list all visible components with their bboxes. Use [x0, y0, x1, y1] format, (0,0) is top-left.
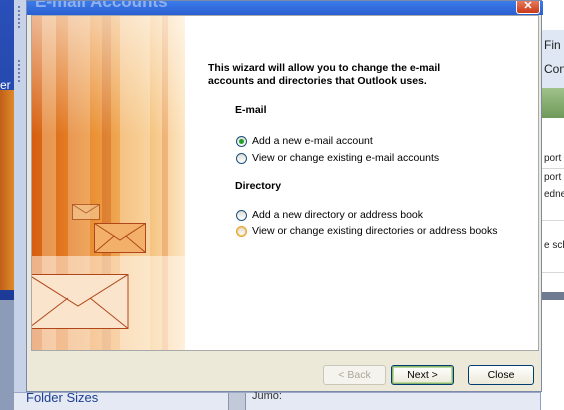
dialog-title: E-mail Accounts [35, 1, 168, 11]
outlook-pane-lower [0, 300, 14, 410]
menu-find[interactable]: Fin [544, 38, 561, 52]
envelope-icon [94, 223, 146, 253]
back-button[interactable]: < Back [323, 365, 386, 385]
mail-item-fragment[interactable]: e sch [544, 240, 564, 251]
radio-label: View or change existing e-mail accounts [252, 152, 440, 164]
grip-handle[interactable] [18, 60, 21, 82]
pane-splitter[interactable] [228, 393, 246, 410]
close-icon[interactable]: ✕ [516, 1, 540, 14]
dialog-titlebar[interactable]: E-mail Accounts ✕ [27, 1, 543, 15]
email-accounts-dialog: E-mail Accounts ✕ This wizard will allow… [26, 0, 543, 393]
outlook-navigation-edge: er [0, 0, 14, 410]
radio-label: View or change existing directories or a… [252, 225, 498, 237]
outlook-reading-pane-edge: Fin Cont port port edne e sch [540, 0, 564, 410]
radio-view-email-accounts[interactable]: View or change existing e-mail accounts [236, 152, 439, 164]
wizard-intro-text: This wizard will allow you to change the… [208, 62, 441, 87]
mail-item-fragment[interactable]: port [544, 153, 561, 164]
menu-contacts[interactable]: Cont [544, 62, 564, 76]
outlook-bottom-bar: Folder Sizes Jumo: [14, 390, 540, 410]
radio-add-email-account[interactable]: Add a new e-mail account [236, 135, 373, 147]
mail-item-fragment[interactable]: port [544, 172, 561, 183]
outlook-pane-edge [0, 90, 14, 290]
mail-item-fragment[interactable]: edne [544, 189, 564, 200]
wizard-content: This wizard will allow you to change the… [31, 15, 539, 351]
pane-divider [541, 292, 564, 300]
radio-button[interactable] [236, 225, 247, 237]
outlook-left-text: er [0, 78, 11, 92]
outlook-header-band [541, 88, 564, 118]
grip-handle[interactable] [18, 6, 21, 28]
close-button[interactable]: Close [468, 365, 534, 385]
radio-button[interactable] [236, 209, 247, 221]
next-button[interactable]: Next > [391, 365, 454, 385]
envelope-icon [32, 274, 129, 329]
directory-section-heading: Directory [235, 180, 282, 192]
radio-add-directory[interactable]: Add a new directory or address book [236, 209, 423, 221]
envelope-icon [72, 204, 100, 220]
radio-button[interactable] [236, 135, 247, 147]
radio-label: Add a new directory or address book [252, 209, 424, 221]
email-section-heading: E-mail [235, 104, 267, 116]
radio-view-directories[interactable]: View or change existing directories or a… [236, 225, 498, 237]
radio-button[interactable] [236, 152, 247, 164]
radio-label: Add a new e-mail account [252, 135, 373, 147]
wizard-button-bar: < Back Next > Close [27, 352, 543, 393]
